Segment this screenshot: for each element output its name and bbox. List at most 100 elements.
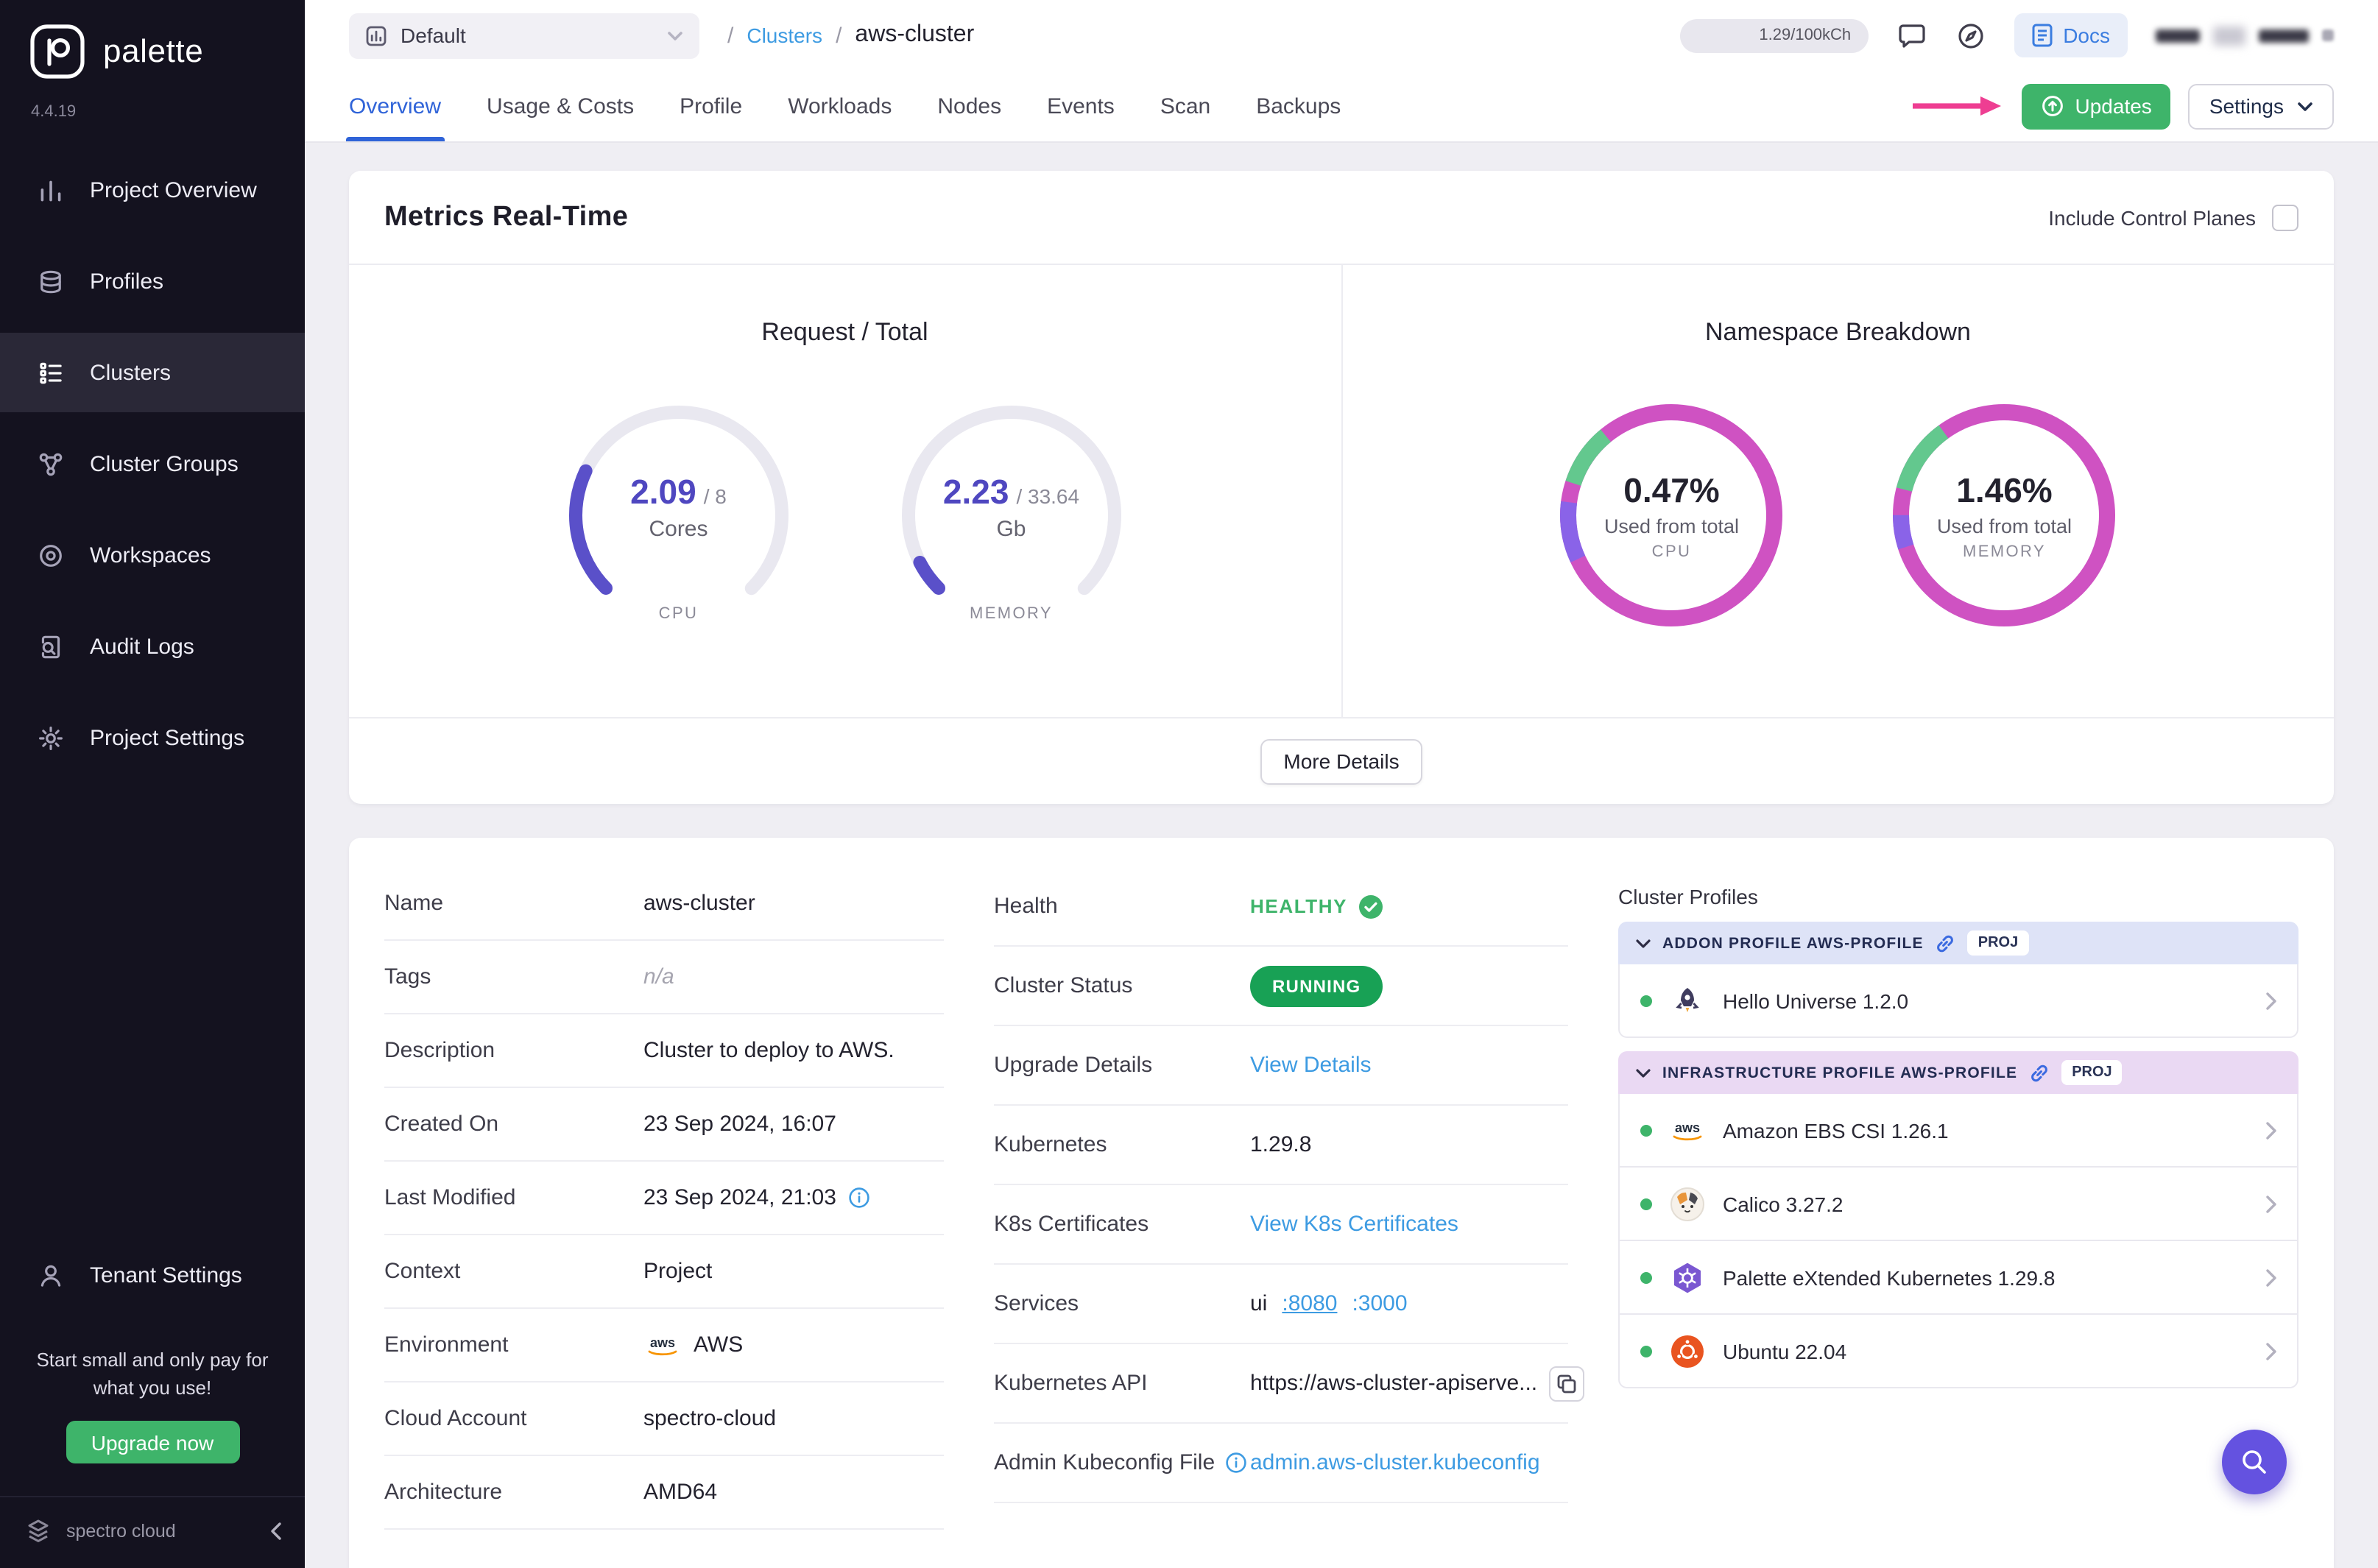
collapse-sidebar-icon[interactable] xyxy=(271,1522,281,1540)
chevron-down-icon xyxy=(667,30,683,40)
chevron-down-icon xyxy=(2297,101,2313,111)
tab-overview[interactable]: Overview xyxy=(346,71,444,141)
project-selector[interactable]: Default xyxy=(349,13,699,58)
profile-pack-name: Amazon EBS CSI 1.26.1 xyxy=(1723,1118,1949,1142)
detail-label: Health xyxy=(994,894,1058,919)
service-port-3000-link[interactable]: :3000 xyxy=(1352,1291,1407,1316)
svg-text:aws: aws xyxy=(1675,1120,1700,1134)
infrastructure-profile-header[interactable]: INFRASTRUCTURE PROFILE AWS-PROFILE PROJ xyxy=(1618,1051,2298,1094)
detail-label: Architecture xyxy=(384,1480,503,1505)
status-dot xyxy=(1640,995,1652,1006)
sidebar-item-project-settings[interactable]: Project Settings xyxy=(0,698,305,777)
settings-button[interactable]: Settings xyxy=(2188,83,2334,129)
aws-logo-icon: aws xyxy=(643,1333,682,1357)
metrics-title: Metrics Real-Time xyxy=(384,201,629,232)
detail-row-admin-kubeconfig: Admin Kubeconfig File admin.aws-cluster.… xyxy=(994,1424,1568,1503)
cluster-details-card: Name aws-cluster Tags n/a Description Cl… xyxy=(349,838,2334,1568)
cluster-tabs: Overview Usage & Costs Profile Workloads… xyxy=(346,71,1386,141)
calico-icon xyxy=(1668,1184,1707,1223)
tab-scan[interactable]: Scan xyxy=(1160,71,1210,141)
info-icon[interactable] xyxy=(848,1187,870,1209)
assistant-search-fab[interactable] xyxy=(2222,1430,2287,1494)
detail-value: 1.29.8 xyxy=(1250,1132,1312,1157)
brand-name: palette xyxy=(103,32,204,69)
settings-button-label: Settings xyxy=(2209,94,2284,118)
sidebar-item-profiles[interactable]: Profiles xyxy=(0,241,305,321)
layers-stack-icon xyxy=(37,267,65,295)
memory-used-percent: 1.46% xyxy=(1956,470,2053,509)
view-details-link[interactable]: View Details xyxy=(1250,1053,1372,1078)
compass-support-icon[interactable] xyxy=(1955,20,1986,51)
profile-pack-name: Calico 3.27.2 xyxy=(1723,1192,1844,1215)
main-area: Default / Clusters / aws-cluster 1.29/10… xyxy=(305,0,2378,1568)
detail-label: Tags xyxy=(384,964,431,989)
spectro-cloud-logo-icon xyxy=(24,1516,53,1546)
kubeconfig-download-link[interactable]: admin.aws-cluster.kubeconfig xyxy=(1250,1450,1540,1475)
info-icon[interactable] xyxy=(1225,1452,1247,1474)
link-icon[interactable] xyxy=(1936,933,1956,953)
view-k8s-certificates-link[interactable]: View K8s Certificates xyxy=(1250,1212,1458,1237)
profile-pack-name: Hello Universe 1.2.0 xyxy=(1723,989,1909,1012)
profile-row-amazon-ebs-csi[interactable]: aws Amazon EBS CSI 1.26.1 xyxy=(1618,1094,2298,1168)
tab-workloads[interactable]: Workloads xyxy=(788,71,892,141)
detail-row-kubernetes-api: Kubernetes API https://aws-cluster-apise… xyxy=(994,1344,1585,1424)
breadcrumb-clusters-link[interactable]: Clusters xyxy=(747,24,822,47)
sidebar-item-project-overview[interactable]: Project Overview xyxy=(0,150,305,230)
tab-events[interactable]: Events xyxy=(1047,71,1115,141)
nav-label: Audit Logs xyxy=(90,634,194,659)
project-selector-value: Default xyxy=(401,24,466,47)
detail-label: K8s Certificates xyxy=(994,1212,1149,1237)
metrics-footer: More Details xyxy=(349,718,2334,804)
running-status-badge: RUNNING xyxy=(1250,965,1383,1006)
detail-value: 23 Sep 2024, 16:07 xyxy=(643,1112,836,1137)
updates-button[interactable]: Updates xyxy=(2022,83,2171,129)
docs-button[interactable]: Docs xyxy=(2014,13,2128,57)
detail-row-cloud-account: Cloud Account spectro-cloud xyxy=(384,1382,944,1456)
sidebar-item-clusters[interactable]: Clusters xyxy=(0,333,305,412)
include-control-planes: Include Control Planes xyxy=(2048,204,2298,230)
infrastructure-profile-header-label: INFRASTRUCTURE PROFILE AWS-PROFILE xyxy=(1662,1064,2018,1081)
topbar-right: 1.29/100kCh Docs xyxy=(1680,13,2334,57)
chevron-right-icon xyxy=(2266,1195,2276,1212)
addon-profile-header[interactable]: ADDON PROFILE AWS-PROFILE PROJ xyxy=(1618,922,2298,964)
chat-bubble-icon[interactable] xyxy=(1897,20,1927,51)
clusters-list-icon xyxy=(37,359,65,386)
include-control-planes-checkbox[interactable] xyxy=(2272,204,2298,230)
more-details-button[interactable]: More Details xyxy=(1260,738,1423,784)
detail-label: Name xyxy=(384,891,444,916)
brand: palette xyxy=(0,0,305,80)
tab-usage-costs[interactable]: Usage & Costs xyxy=(487,71,634,141)
link-icon[interactable] xyxy=(2029,1062,2050,1083)
nav-label: Project Settings xyxy=(90,725,245,750)
tab-profile[interactable]: Profile xyxy=(680,71,742,141)
cluster-tabbar: Overview Usage & Costs Profile Workloads… xyxy=(305,71,2378,143)
breadcrumb-current: aws-cluster xyxy=(855,22,975,47)
tab-backups[interactable]: Backups xyxy=(1256,71,1341,141)
cpu-unit: Cores xyxy=(649,516,708,541)
sidebar-item-cluster-groups[interactable]: Cluster Groups xyxy=(0,424,305,504)
tab-nodes[interactable]: Nodes xyxy=(937,71,1001,141)
health-status-text: HEALTHY xyxy=(1250,895,1348,917)
palette-logo-icon xyxy=(29,24,85,80)
profile-row-hello-universe[interactable]: Hello Universe 1.2.0 xyxy=(1618,964,2298,1038)
detail-value: spectro-cloud xyxy=(643,1406,777,1431)
detail-value: n/a xyxy=(643,964,674,989)
app-viewport: palette 4.4.19 Project Overview Profiles xyxy=(0,0,2378,1568)
sidebar-item-audit-logs[interactable]: Audit Logs xyxy=(0,607,305,686)
redacted-chip xyxy=(2259,29,2309,42)
upgrade-now-button[interactable]: Upgrade now xyxy=(66,1421,239,1463)
cpu-gauge: 2.09 / 8 Cores CPU xyxy=(561,398,797,633)
service-port-8080-link[interactable]: :8080 xyxy=(1282,1291,1337,1316)
detail-row-k8s-certificates: K8s Certificates View K8s Certificates xyxy=(994,1185,1568,1265)
copy-icon[interactable] xyxy=(1549,1366,1585,1401)
profile-row-calico[interactable]: Calico 3.27.2 xyxy=(1618,1168,2298,1241)
sidebar-item-workspaces[interactable]: Workspaces xyxy=(0,515,305,595)
cpu-total: / 8 xyxy=(703,484,727,507)
profile-row-palette-extended-kubernetes[interactable]: Palette eXtended Kubernetes 1.29.8 xyxy=(1618,1241,2298,1315)
detail-label: Services xyxy=(994,1291,1079,1316)
redacted-chip xyxy=(2156,29,2200,42)
profile-row-ubuntu[interactable]: Ubuntu 22.04 xyxy=(1618,1315,2298,1388)
check-circle-icon xyxy=(1359,894,1383,918)
sidebar-item-tenant-settings[interactable]: Tenant Settings xyxy=(0,1236,305,1316)
metrics-header: Metrics Real-Time Include Control Planes xyxy=(349,171,2334,264)
